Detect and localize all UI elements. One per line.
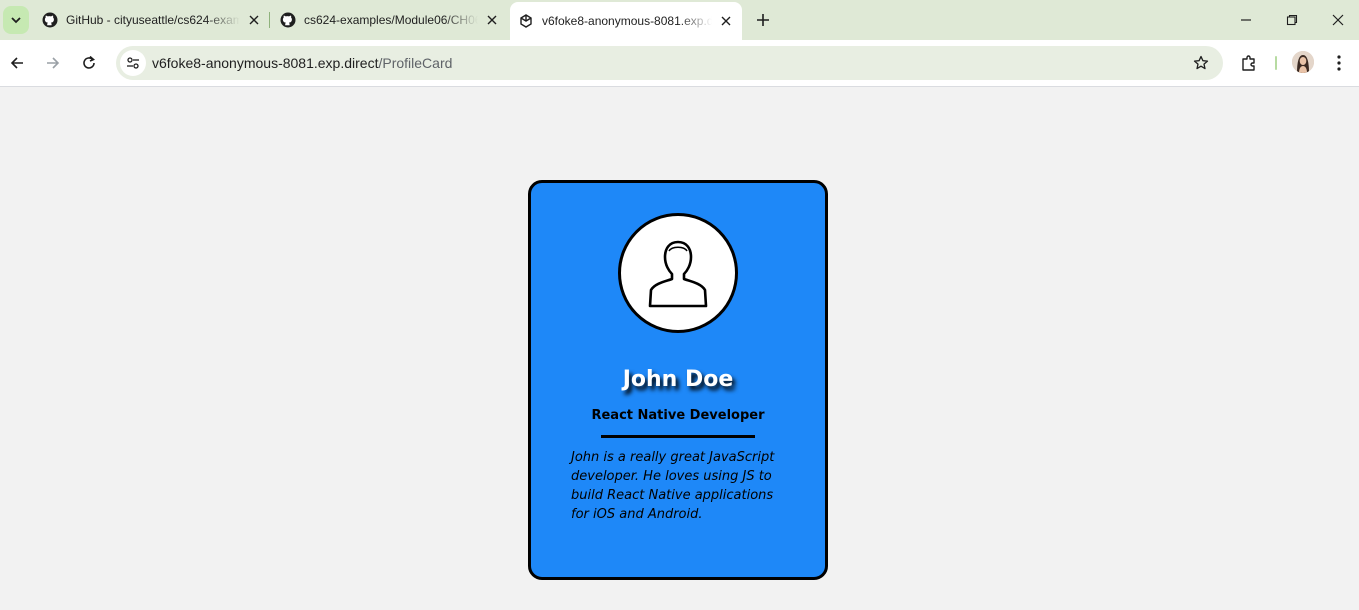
kebab-menu-icon [1337,55,1341,71]
browser-toolbar: v6foke8-anonymous-8081.exp.direct/Profil… [0,40,1359,87]
puzzle-icon [1242,55,1255,71]
menu-button[interactable] [1327,51,1351,75]
page-viewport: John Doe React Native Developer John is … [0,87,1359,610]
close-icon[interactable] [484,12,500,28]
profile-name: John Doe [622,367,734,392]
url-text[interactable]: v6foke8-anonymous-8081.exp.direct/Profil… [152,55,452,71]
url-host: v6foke8-anonymous-8081.exp.direct [152,55,379,71]
restore-button[interactable] [1280,8,1304,32]
back-button[interactable] [5,51,29,75]
close-icon[interactable] [246,12,262,28]
toolbar-divider [1275,56,1277,70]
tab-profile-card[interactable]: v6foke8-anonymous-8081.exp.direct [510,2,742,40]
tab-module06[interactable]: cs624-examples/Module06/CH06 [280,6,500,34]
profile-avatar[interactable] [1292,51,1314,73]
profile-occupation: React Native Developer [591,408,765,423]
github-icon [42,12,58,28]
profile-image-container [618,213,738,333]
arrow-right-icon [47,57,60,69]
user-silhouette-icon [648,240,708,308]
profile-description: John is a really great JavaScript develo… [571,450,775,522]
arrow-left-icon [10,57,23,69]
reload-icon [83,55,95,69]
site-info-button[interactable] [120,50,146,76]
tab-separator [269,12,270,28]
new-tab-button[interactable] [751,8,775,32]
profile-card: John Doe React Native Developer John is … [528,180,828,580]
tab-title: cs624-examples/Module06/CH06 [304,13,478,27]
tab-title: GitHub - cityuseattle/cs624-examples [66,13,240,27]
extensions-button[interactable] [1237,51,1261,75]
close-window-button[interactable] [1326,8,1350,32]
close-icon[interactable] [718,13,734,29]
bookmark-button[interactable] [1191,53,1211,73]
address-bar[interactable]: v6foke8-anonymous-8081.exp.direct/Profil… [116,46,1223,80]
tab-search-button[interactable] [3,6,29,34]
expo-icon [520,14,532,28]
chevron-down-icon [11,17,21,24]
star-icon [1193,55,1209,70]
occupation-underline [601,435,755,438]
close-icon [1332,14,1344,26]
forward-button[interactable] [41,51,65,75]
minimize-icon [1241,19,1251,21]
restore-icon [1286,14,1298,26]
tune-icon [127,57,139,69]
url-path: /ProfileCard [378,55,453,71]
minimize-button[interactable] [1234,8,1258,32]
plus-icon [757,14,769,26]
github-icon [280,12,296,28]
tab-strip: GitHub - cityuseattle/cs624-examples cs6… [0,0,1359,40]
user-avatar-icon [1292,51,1314,73]
reload-button[interactable] [77,51,101,75]
tab-github-repo[interactable]: GitHub - cityuseattle/cs624-examples [42,6,262,34]
tab-title: v6foke8-anonymous-8081.exp.direct [542,14,712,28]
